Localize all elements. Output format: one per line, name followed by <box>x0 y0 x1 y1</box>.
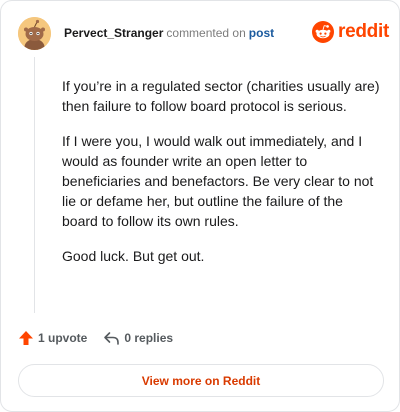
reply-arrow-icon <box>104 332 120 345</box>
reply-count: 0 replies <box>124 331 174 345</box>
author-name[interactable]: Pervect_Stranger <box>64 26 163 40</box>
reddit-wordmark: reddit <box>338 21 389 42</box>
upvote-arrow-icon <box>19 331 33 345</box>
comment-paragraph: If you’re in a regulated sector (chariti… <box>62 78 380 114</box>
comment-actions: 1 upvote 0 replies <box>18 330 173 346</box>
upvote-count: 1 upvote <box>38 331 88 345</box>
user-avatar[interactable] <box>18 17 51 50</box>
comment-paragraph: Good luck. But get out. <box>62 248 205 264</box>
upvote-action[interactable]: 1 upvote <box>18 330 87 346</box>
thread-line <box>34 57 35 313</box>
comment-paragraph: If I were you, I would walk out immediat… <box>62 133 374 229</box>
reddit-logo[interactable]: reddit <box>312 21 389 43</box>
comment-header: Pervect_Stranger commented on post <box>64 26 274 40</box>
reddit-comment-embed: Pervect_Stranger commented on post reddit … <box>0 0 400 412</box>
reddit-snoo-icon <box>312 21 334 43</box>
reply-action[interactable]: 0 replies <box>103 330 173 346</box>
comment-verb: commented on <box>166 26 246 40</box>
view-more-button[interactable]: View more on Reddit <box>18 364 384 397</box>
comment-body: If you’re in a regulated sector (chariti… <box>62 76 380 281</box>
post-link[interactable]: post <box>249 26 274 40</box>
snoo-avatar-icon <box>18 17 51 50</box>
